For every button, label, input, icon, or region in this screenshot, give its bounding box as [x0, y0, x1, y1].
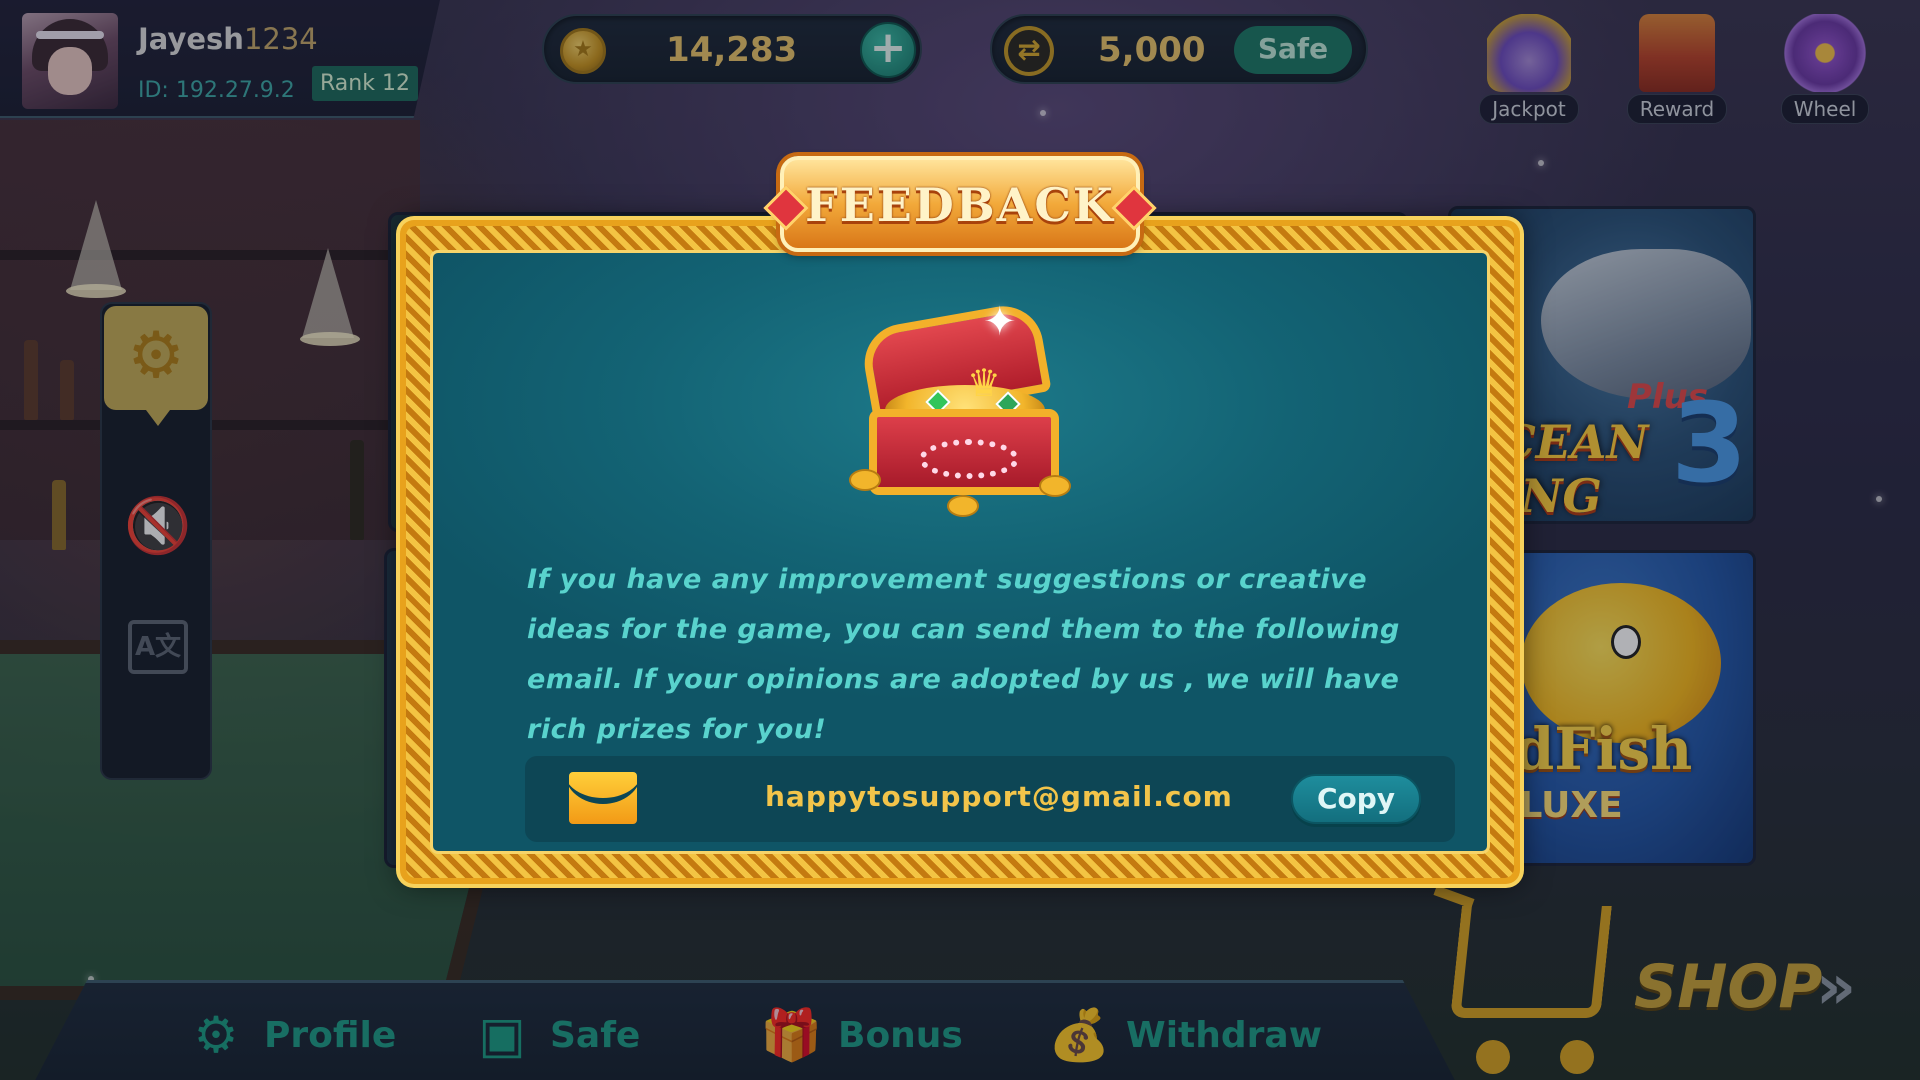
treasure-chest-icon: ♛ ✦ — [849, 299, 1079, 517]
pearl-necklace — [919, 439, 1019, 479]
mail-icon — [569, 772, 637, 824]
coin — [1039, 475, 1071, 497]
copy-button[interactable]: Copy — [1291, 774, 1421, 824]
support-email: happytosupport@gmail.com — [765, 780, 1233, 813]
modal-title-plate: FEEDBACK — [780, 156, 1140, 252]
sparkle-icon: ✦ — [983, 299, 1017, 345]
modal-body: ♛ ✦ If you have any improvement suggesti… — [430, 250, 1490, 854]
modal-title: FEEDBACK — [805, 178, 1115, 232]
feedback-modal: ♛ ✦ If you have any improvement suggesti… — [400, 156, 1520, 884]
coin — [849, 469, 881, 491]
feedback-message: If you have any improvement suggestions … — [527, 564, 1400, 745]
coin — [947, 495, 979, 517]
email-row: happytosupport@gmail.com Copy — [525, 756, 1455, 842]
crown-icon: ♛ — [967, 361, 1002, 405]
